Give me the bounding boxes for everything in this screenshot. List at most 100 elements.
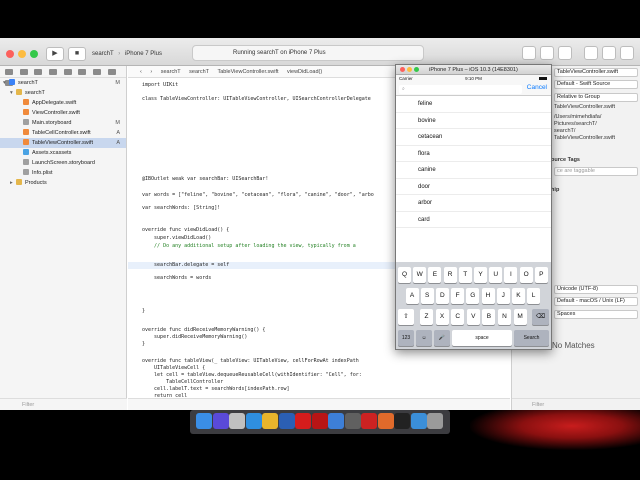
- space-key[interactable]: space: [452, 330, 512, 346]
- run-button[interactable]: ▶: [46, 47, 64, 61]
- indent-using-select[interactable]: Spaces: [554, 310, 638, 319]
- table-row[interactable]: flora: [396, 146, 551, 162]
- back-button[interactable]: ‹: [140, 69, 142, 75]
- jumpbar-crumb[interactable]: searchT: [189, 69, 209, 75]
- letter-key[interactable]: W: [413, 267, 427, 283]
- simulator-icon[interactable]: [344, 413, 361, 429]
- folder-icon[interactable]: [5, 69, 13, 75]
- close-simulator-button[interactable]: [400, 67, 405, 72]
- letter-key[interactable]: H: [481, 288, 495, 304]
- table-row[interactable]: arbor: [396, 195, 551, 212]
- version-editor-button[interactable]: [558, 46, 572, 60]
- inspector-name-field[interactable]: TableViewController.swift: [554, 68, 638, 77]
- inspector-type-select[interactable]: Default - Swift Source: [554, 80, 638, 89]
- letter-key[interactable]: P: [534, 267, 548, 283]
- symbol-icon[interactable]: [34, 69, 43, 75]
- letter-key[interactable]: R: [443, 267, 457, 283]
- file-tree-item[interactable]: ▾ searchT: [0, 88, 126, 98]
- letter-key[interactable]: X: [435, 309, 449, 325]
- scheme-selector[interactable]: searchT › iPhone 7 Plus: [92, 48, 184, 60]
- library-filter-input[interactable]: Filter: [512, 398, 640, 410]
- backspace-key[interactable]: ⌫: [532, 309, 549, 325]
- letter-key[interactable]: B: [482, 309, 496, 325]
- debug-icon[interactable]: [93, 69, 102, 75]
- file-tree-item[interactable]: ▸ Products: [0, 178, 126, 188]
- preview-icon[interactable]: [410, 413, 427, 429]
- close-window-button[interactable]: [6, 50, 14, 58]
- emoji-key[interactable]: ☺: [416, 330, 432, 346]
- tags-field[interactable]: ce are taggable: [554, 167, 638, 176]
- opera-icon[interactable]: [295, 413, 311, 429]
- cancel-button[interactable]: Cancel: [527, 84, 547, 91]
- encoding-select[interactable]: Unicode (UTF-8): [554, 285, 638, 294]
- file-tree-item[interactable]: ▾ searchT M: [0, 78, 126, 88]
- file-tree-item[interactable]: TableCellController.swift A: [0, 128, 126, 138]
- letter-key[interactable]: O: [519, 267, 533, 283]
- file-tree-item[interactable]: Assets.xcassets: [0, 148, 126, 158]
- letter-key[interactable]: Z: [420, 309, 433, 325]
- toggle-navigator-button[interactable]: [584, 46, 598, 60]
- shift-key[interactable]: ⇧: [398, 309, 414, 325]
- file-tree-item[interactable]: Info.plist: [0, 168, 126, 178]
- trash-icon[interactable]: [427, 413, 443, 429]
- table-row[interactable]: door: [396, 179, 551, 195]
- finder-icon[interactable]: [196, 413, 212, 429]
- line-endings-select[interactable]: Default - macOS / Unix (LF): [554, 297, 638, 306]
- table-row[interactable]: cetacean: [396, 129, 551, 146]
- numbers-key[interactable]: 123: [398, 330, 414, 346]
- safari-icon[interactable]: [245, 413, 262, 429]
- letter-key[interactable]: C: [451, 309, 465, 325]
- pdf-icon[interactable]: [361, 413, 377, 429]
- table-row[interactable]: feline: [396, 96, 551, 113]
- letter-key[interactable]: F: [451, 288, 465, 304]
- letter-key[interactable]: L: [527, 288, 541, 304]
- table-row[interactable]: card: [396, 212, 551, 228]
- letter-key[interactable]: E: [428, 267, 442, 283]
- stop-button[interactable]: ■: [68, 47, 86, 61]
- file-tree-item[interactable]: Main.storyboard M: [0, 118, 126, 128]
- letter-key[interactable]: G: [466, 288, 480, 304]
- letter-key[interactable]: S: [420, 288, 434, 304]
- file-tree-item[interactable]: TableViewController.swift A: [0, 138, 126, 148]
- xcode-icon[interactable]: [328, 413, 344, 429]
- letter-key[interactable]: J: [496, 288, 510, 304]
- siri-icon[interactable]: [212, 413, 229, 429]
- file-tree-item[interactable]: LaunchScreen.storyboard: [0, 158, 126, 168]
- letter-key[interactable]: Q: [398, 267, 411, 283]
- test-icon[interactable]: [78, 69, 87, 75]
- navigator-filter-input[interactable]: Filter: [0, 398, 127, 410]
- source-control-icon[interactable]: [19, 69, 28, 75]
- letter-key[interactable]: M: [513, 309, 527, 325]
- chrome-icon[interactable]: [262, 413, 278, 429]
- minimize-simulator-button[interactable]: [407, 67, 412, 72]
- letter-key[interactable]: I: [504, 267, 518, 283]
- terminal-icon[interactable]: [394, 413, 410, 429]
- assistant-editor-button[interactable]: [540, 46, 554, 60]
- search-input[interactable]: ⌕: [399, 85, 522, 94]
- photos-icon[interactable]: [377, 413, 394, 429]
- file-tree-item[interactable]: AppDelegate.swift: [0, 98, 126, 108]
- search-key[interactable]: Search: [514, 330, 549, 346]
- letter-key[interactable]: N: [498, 309, 511, 325]
- letter-key[interactable]: A: [405, 288, 419, 304]
- toggle-utilities-button[interactable]: [620, 46, 634, 60]
- letter-key[interactable]: Y: [474, 267, 487, 283]
- letter-key[interactable]: U: [489, 267, 503, 283]
- zoom-window-button[interactable]: [30, 50, 38, 58]
- table-row[interactable]: bovine: [396, 113, 551, 129]
- letter-key[interactable]: K: [511, 288, 525, 304]
- table-row[interactable]: canine: [396, 162, 551, 179]
- letter-key[interactable]: V: [466, 309, 480, 325]
- word-icon[interactable]: [278, 413, 295, 429]
- jumpbar-crumb[interactable]: viewDidLoad(): [287, 69, 322, 75]
- forward-button[interactable]: ›: [150, 69, 152, 75]
- zoom-simulator-button[interactable]: [414, 67, 419, 72]
- jumpbar-crumb[interactable]: TableViewController.swift: [217, 69, 278, 75]
- letter-key[interactable]: D: [435, 288, 449, 304]
- toggle-debug-button[interactable]: [602, 46, 616, 60]
- launchpad-icon[interactable]: [229, 413, 245, 429]
- letter-key[interactable]: T: [458, 267, 472, 283]
- breakpoint-icon[interactable]: [107, 69, 116, 75]
- file-tree-item[interactable]: ViewController.swift: [0, 108, 126, 118]
- issue-icon[interactable]: [63, 69, 72, 75]
